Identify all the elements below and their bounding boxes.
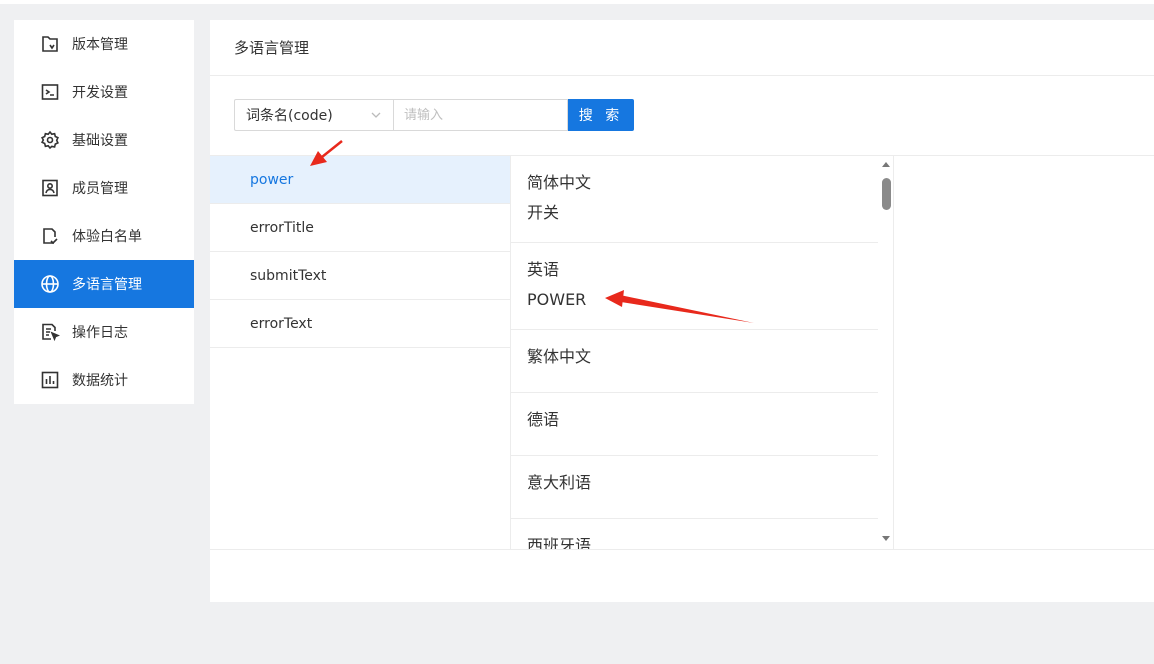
translation-value: 开关 (527, 203, 560, 222)
sidebar-item-whitelist[interactable]: 体验白名单 (14, 212, 194, 260)
sidebar: 版本管理 开发设置 基础设置 成员管理 体验白名单 多语言管理 操作日志 数据统… (14, 20, 194, 404)
gear-icon (40, 130, 60, 150)
sidebar-item-multilanguage[interactable]: 多语言管理 (14, 260, 194, 308)
translation-item[interactable]: 德语 (511, 393, 878, 456)
language-name: 意大利语 (527, 473, 592, 492)
top-strip (0, 0, 1154, 4)
scroll-down-icon[interactable] (882, 536, 890, 541)
language-name: 繁体中文 (527, 347, 592, 366)
scroll-up-icon[interactable] (882, 162, 890, 167)
sidebar-item-members[interactable]: 成员管理 (14, 164, 194, 212)
version-file-icon (40, 34, 60, 54)
sidebar-item-statistics[interactable]: 数据统计 (14, 356, 194, 404)
translation-item[interactable]: 繁体中文 (511, 330, 878, 393)
divider (210, 549, 1154, 550)
sidebar-item-label: 基础设置 (72, 133, 128, 149)
search-button[interactable]: 搜 索 (568, 99, 634, 131)
sidebar-item-label: 多语言管理 (72, 277, 142, 293)
main-panel: 多语言管理 词条名(code) 搜 索 power errorTitle sub… (210, 20, 1154, 602)
bar-chart-icon (40, 370, 60, 390)
search-bar: 词条名(code) 搜 索 (234, 99, 634, 131)
translation-list[interactable]: 简体中文 开关 英语 POWER 繁体中文 德语 意大利语 西班牙语 (511, 156, 878, 549)
key-item-errortitle[interactable]: errorTitle (210, 204, 510, 252)
language-name: 英语 (527, 260, 560, 279)
translation-item[interactable]: 意大利语 (511, 456, 878, 519)
sidebar-item-version[interactable]: 版本管理 (14, 20, 194, 68)
language-name: 简体中文 (527, 173, 592, 192)
scrollbar-thumb[interactable] (882, 178, 891, 210)
sidebar-item-label: 数据统计 (72, 373, 128, 389)
whitelist-check-icon (40, 226, 60, 246)
language-name: 德语 (527, 410, 560, 429)
log-cursor-icon (40, 322, 60, 342)
scrollbar[interactable] (879, 156, 893, 549)
search-field-select[interactable]: 词条名(code) (234, 99, 393, 131)
key-item-submittext[interactable]: submitText (210, 252, 510, 300)
page-title: 多语言管理 (210, 20, 1154, 76)
member-badge-icon (40, 178, 60, 198)
globe-icon (40, 274, 60, 294)
sidebar-item-label: 操作日志 (72, 325, 128, 341)
sidebar-item-label: 开发设置 (72, 85, 128, 101)
translation-panel: 简体中文 开关 英语 POWER 繁体中文 德语 意大利语 西班牙语 (510, 156, 894, 549)
translation-item[interactable]: 简体中文 开关 (511, 156, 878, 243)
translation-value: POWER (527, 290, 587, 309)
search-input[interactable] (393, 99, 568, 131)
sidebar-item-label: 体验白名单 (72, 229, 142, 245)
translation-item[interactable]: 英语 POWER (511, 243, 878, 330)
sidebar-item-dev-settings[interactable]: 开发设置 (14, 68, 194, 116)
sidebar-item-label: 版本管理 (72, 37, 128, 53)
translation-item[interactable]: 西班牙语 (511, 519, 878, 549)
key-item-errortext[interactable]: errorText (210, 300, 510, 348)
terminal-icon (40, 82, 60, 102)
language-name: 西班牙语 (527, 536, 592, 549)
key-list: power errorTitle submitText errorText (210, 156, 510, 348)
sidebar-item-basic-settings[interactable]: 基础设置 (14, 116, 194, 164)
key-item-power[interactable]: power (210, 156, 510, 204)
chevron-down-icon (371, 112, 381, 118)
sidebar-item-label: 成员管理 (72, 181, 128, 197)
sidebar-item-operation-log[interactable]: 操作日志 (14, 308, 194, 356)
search-field-select-value: 词条名(code) (246, 108, 333, 124)
